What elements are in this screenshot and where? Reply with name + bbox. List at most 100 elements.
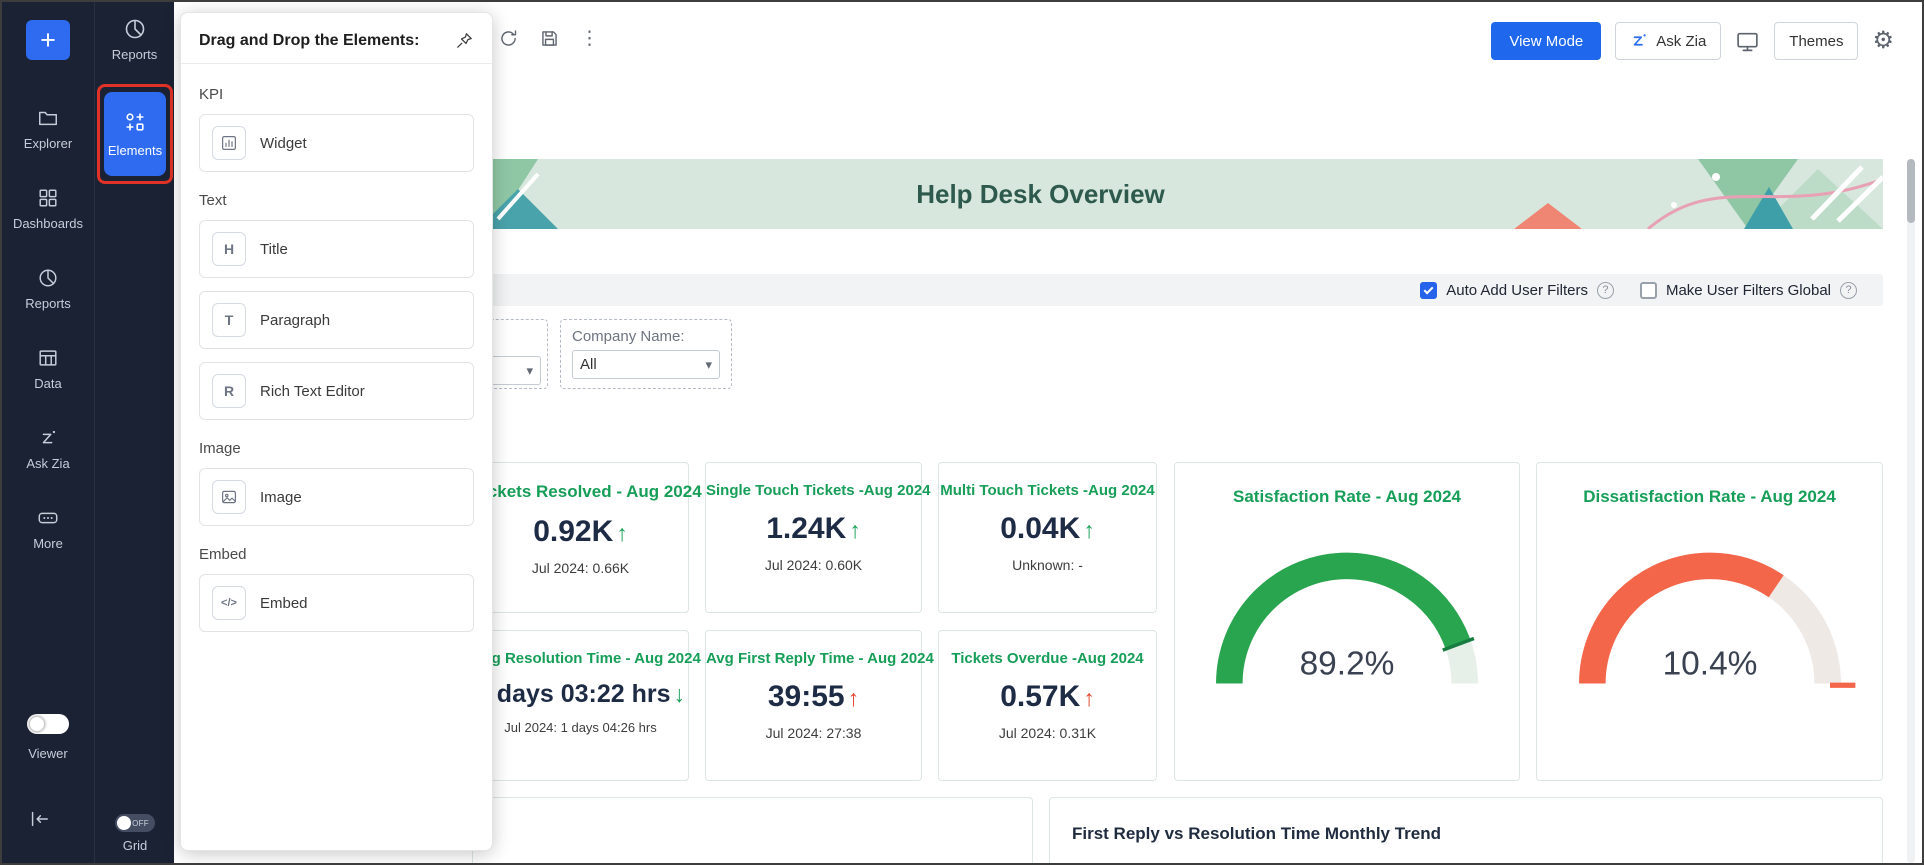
kebab-menu-icon[interactable]: ⋮	[580, 29, 599, 48]
sidebar-item-reports[interactable]: Reports	[2, 250, 94, 328]
filter-select-value: All	[580, 356, 597, 373]
themes-button[interactable]: Themes	[1774, 22, 1858, 60]
toggle-knob	[29, 716, 45, 732]
title-icon: H	[212, 232, 246, 266]
elements-icon	[123, 110, 147, 134]
kpi-single-touch-tickets[interactable]: Single Touch Tickets -Aug 2024 1.24K↑ Ju…	[705, 462, 922, 613]
help-icon[interactable]: ?	[1840, 282, 1857, 299]
panel-header: Drag and Drop the Elements:	[181, 13, 492, 63]
kpi-comparison: Jul 2024: 0.66K	[473, 560, 688, 576]
sidebar-item-label: Reports	[25, 296, 71, 311]
trend-up-icon: ↑	[849, 517, 861, 543]
vertical-scrollbar[interactable]	[1907, 159, 1915, 863]
sidebar-item-data[interactable]: Data	[2, 330, 94, 408]
widget-icon	[212, 126, 246, 160]
refresh-icon[interactable]	[498, 28, 519, 49]
element-paragraph[interactable]: T Paragraph	[199, 291, 474, 349]
toolbar-right: View Mode Ask Zia Themes ⚙	[1491, 22, 1894, 60]
table-icon	[37, 347, 59, 369]
sidebar-item-explorer[interactable]: Explorer	[2, 90, 94, 168]
element-image[interactable]: Image	[199, 468, 474, 526]
scrollbar-thumb[interactable]	[1907, 159, 1915, 223]
gauge-chart: 10.4%	[1560, 531, 1860, 693]
element-widget[interactable]: Widget	[199, 114, 474, 172]
kpi-comparison: Jul 2024: 0.31K	[939, 725, 1156, 741]
element-label: Paragraph	[260, 312, 330, 329]
folder-icon	[37, 107, 59, 129]
check-icon	[1424, 284, 1434, 294]
subnav-item-reports[interactable]: Reports	[95, 2, 174, 62]
kpi-multi-touch-tickets[interactable]: Multi Touch Tickets -Aug 2024 0.04K↑ Unk…	[938, 462, 1157, 613]
viewer-toggle[interactable]	[27, 714, 69, 734]
filter-label: Company Name:	[572, 328, 731, 345]
element-title[interactable]: H Title	[199, 220, 474, 278]
ask-zia-label: Ask Zia	[1656, 33, 1706, 50]
element-label: Rich Text Editor	[260, 383, 365, 400]
gauge-chart: 89.2%	[1197, 531, 1497, 693]
grid-toggle[interactable]: OFF	[115, 814, 155, 832]
sidebar-item-label: Explorer	[24, 136, 72, 151]
kpi-title: Avg First Reply Time - Aug 2024	[706, 650, 921, 667]
bottom-left-chart-card[interactable]	[472, 797, 1033, 865]
company-name-select[interactable]: All ▾	[572, 350, 720, 379]
element-label: Image	[260, 489, 302, 506]
subnav-item-elements[interactable]: Elements	[104, 92, 166, 176]
collapse-sidebar-icon[interactable]	[28, 808, 50, 830]
subnav-item-label: Reports	[112, 47, 158, 62]
kpi-value: 0.92K↑	[473, 515, 688, 549]
panel-title: Drag and Drop the Elements:	[199, 32, 419, 50]
ask-zia-button[interactable]: Ask Zia	[1615, 22, 1721, 60]
trend-down-icon: ↓	[674, 681, 686, 707]
make-user-filters-global-checkbox[interactable]	[1640, 282, 1657, 299]
settings-gear-icon[interactable]: ⚙	[1872, 29, 1894, 53]
annotation-highlight-box: Elements	[97, 84, 173, 184]
save-icon[interactable]	[539, 28, 560, 49]
chart-title: Dissatisfaction Rate - Aug 2024	[1537, 487, 1882, 507]
sidebar-item-dashboards[interactable]: Dashboards	[2, 170, 94, 248]
kpi-avg-resolution-time[interactable]: Avg Resolution Time - Aug 2024 1 days 03…	[472, 630, 689, 781]
auto-add-user-filters-group: Auto Add User Filters ?	[1420, 282, 1614, 299]
kpi-title: Tickets Resolved - Aug 2024	[473, 482, 688, 502]
chart-title: First Reply vs Resolution Time Monthly T…	[1072, 824, 1882, 844]
kpi-title: Multi Touch Tickets -Aug 2024	[939, 482, 1156, 499]
help-icon[interactable]: ?	[1597, 282, 1614, 299]
zia-icon	[37, 427, 59, 449]
satisfaction-rate-gauge-card[interactable]: Satisfaction Rate - Aug 2024 89.2%	[1174, 462, 1520, 781]
dashboard-grid-icon	[37, 187, 59, 209]
pie-chart-icon	[37, 267, 59, 289]
trend-up-icon: ↑	[848, 685, 860, 711]
presentation-monitor-icon[interactable]	[1735, 29, 1760, 54]
section-label-text: Text	[199, 192, 474, 209]
view-mode-button[interactable]: View Mode	[1491, 22, 1601, 60]
create-new-button[interactable]: +	[26, 20, 70, 60]
pin-icon[interactable]	[455, 31, 474, 50]
section-label-image: Image	[199, 440, 474, 457]
kpi-title: Single Touch Tickets -Aug 2024	[706, 482, 921, 499]
zia-logo-icon	[1630, 32, 1648, 50]
element-label: Title	[260, 241, 288, 258]
first-reply-vs-resolution-chart-card[interactable]: First Reply vs Resolution Time Monthly T…	[1049, 797, 1883, 865]
kpi-value: 39:55↑	[706, 680, 921, 714]
trend-up-icon: ↑	[616, 520, 628, 546]
panel-body: KPI Widget Text H Title T Paragraph R Ri…	[181, 64, 492, 647]
kpi-avg-first-reply-time[interactable]: Avg First Reply Time - Aug 2024 39:55↑ J…	[705, 630, 922, 781]
make-user-filters-global-group: Make User Filters Global ?	[1640, 282, 1857, 299]
toggle-knob	[117, 816, 131, 830]
chevron-down-icon: ▾	[526, 364, 533, 377]
element-rich-text-editor[interactable]: R Rich Text Editor	[199, 362, 474, 420]
sidebar-item-more[interactable]: More	[2, 490, 94, 568]
company-name-filter-box[interactable]: Company Name: All ▾	[560, 319, 732, 389]
sidebar-item-label: Ask Zia	[26, 456, 69, 471]
auto-add-user-filters-checkbox[interactable]	[1420, 282, 1437, 299]
kpi-value: 1 days 03:22 hrs↓	[473, 680, 688, 709]
kpi-comparison: Jul 2024: 1 days 04:26 hrs	[473, 720, 688, 735]
kpi-tickets-overdue[interactable]: Tickets Overdue -Aug 2024 0.57K↑ Jul 202…	[938, 630, 1157, 781]
dissatisfaction-rate-gauge-card[interactable]: Dissatisfaction Rate - Aug 2024 10.4%	[1536, 462, 1883, 781]
more-icon	[37, 507, 59, 529]
kpi-tickets-resolved[interactable]: Tickets Resolved - Aug 2024 0.92K↑ Jul 2…	[472, 462, 689, 613]
viewer-label: Viewer	[28, 746, 68, 761]
sidebar-item-ask-zia[interactable]: Ask Zia	[2, 410, 94, 488]
section-label-embed: Embed	[199, 546, 474, 563]
app-window: + Explorer Dashboards Reports Data Ask Z…	[0, 0, 1924, 865]
element-embed[interactable]: </> Embed	[199, 574, 474, 632]
